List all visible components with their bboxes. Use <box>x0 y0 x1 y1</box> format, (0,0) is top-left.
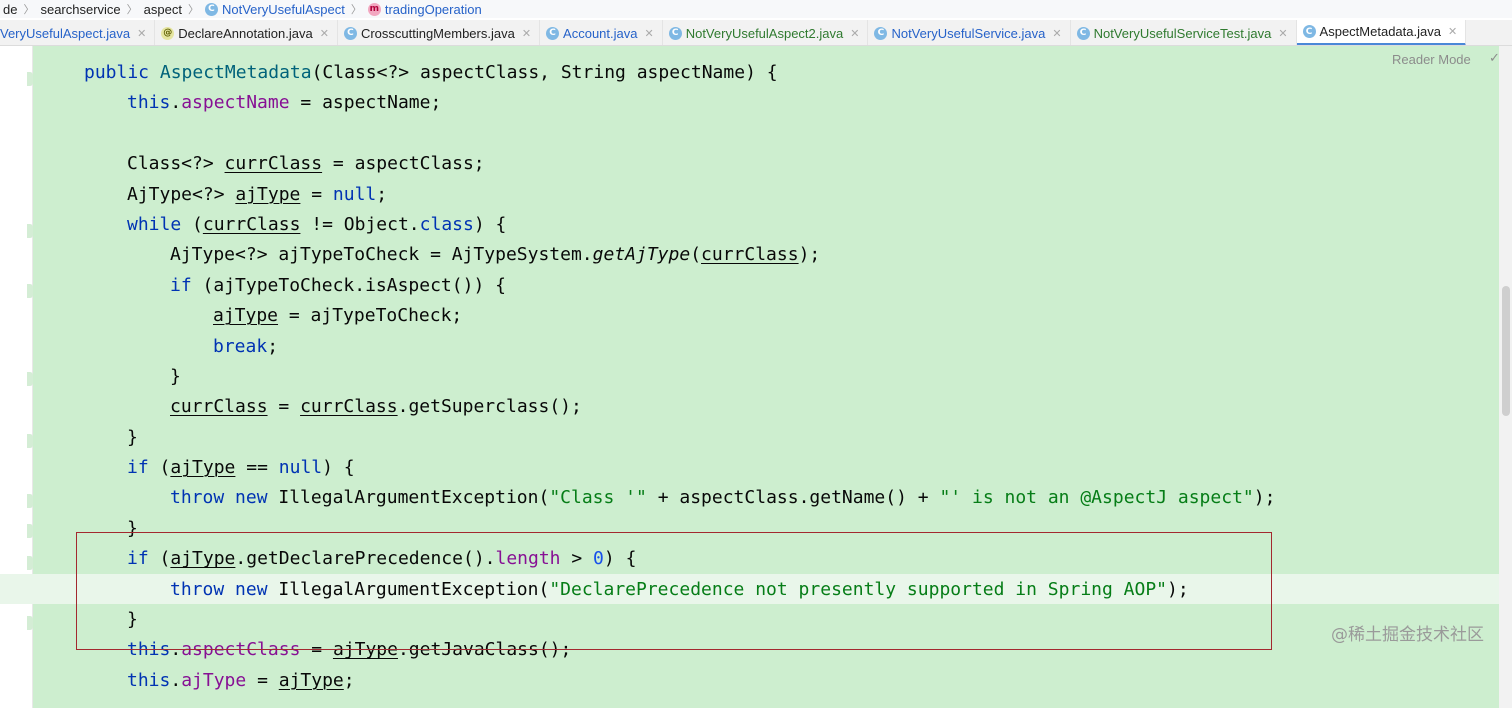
tab-label: NotVeryUsefulServiceTest.java <box>1093 25 1272 41</box>
class-icon: C <box>1302 25 1316 38</box>
close-icon[interactable]: ✕ <box>137 27 146 40</box>
breadcrumb-item-class[interactable]: C NotVeryUsefulAspect <box>202 2 348 17</box>
code-line: this.ajType = ajType; <box>127 669 355 691</box>
tab-label: VeryUsefulAspect.java <box>0 25 131 41</box>
code-line: Class<?> currClass = aspectClass; <box>127 153 485 175</box>
breadcrumb-item-method[interactable]: m tradingOperation <box>365 2 485 17</box>
breadcrumb-item-aspect[interactable]: aspect <box>141 2 185 17</box>
close-icon[interactable]: ✕ <box>1052 27 1061 40</box>
annotation-icon: @ <box>161 26 175 40</box>
close-icon[interactable]: ✕ <box>850 27 859 40</box>
fold-marker[interactable] <box>27 524 33 538</box>
chevron-right-icon: 〉 <box>126 4 138 16</box>
code-line: if (ajTypeToCheck.isAspect()) { <box>170 274 506 296</box>
tab-label: Account.java <box>563 25 638 41</box>
editor-tabs: VeryUsefulAspect.java ✕ @ DeclareAnnotatio… <box>0 20 1512 46</box>
fold-marker[interactable] <box>27 556 33 570</box>
tab-declareannotation[interactable]: @ DeclareAnnotation.java ✕ <box>155 20 338 45</box>
tab-notveryusefulservicetest[interactable]: C NotVeryUsefulServiceTest.java ✕ <box>1071 20 1297 45</box>
code-line: break; <box>213 335 279 357</box>
method-icon: m <box>367 2 381 16</box>
breadcrumb-item-package[interactable]: de <box>0 2 20 17</box>
class-icon: C <box>874 26 888 40</box>
code-line: } <box>127 426 138 448</box>
check-icon[interactable]: ✓ <box>1489 51 1500 66</box>
code-editor[interactable]: Reader Mode ✓ public AspectMetadata(Clas… <box>0 46 1512 708</box>
class-icon: C <box>668 26 682 40</box>
tab-label: CrosscuttingMembers.java <box>360 25 515 41</box>
code-line: AjType<?> ajTypeToCheck = AjTypeSystem.g… <box>170 244 821 266</box>
fold-marker[interactable] <box>27 494 33 508</box>
watermark: @稀土掘金技术社区 <box>1331 625 1484 645</box>
annotation-highlight-box <box>76 532 1272 650</box>
code-line: currClass = currClass.getSuperclass(); <box>170 396 582 418</box>
code-line: while (currClass != Object.class) { <box>127 213 507 235</box>
close-icon[interactable]: ✕ <box>1448 25 1457 38</box>
tab-account[interactable]: C Account.java ✕ <box>540 20 663 45</box>
fold-marker[interactable] <box>27 284 33 298</box>
fold-marker[interactable] <box>27 616 33 630</box>
breadcrumb-label: tradingOperation <box>384 1 482 17</box>
breadcrumb-label: de <box>3 1 18 17</box>
close-icon[interactable]: ✕ <box>644 27 653 40</box>
breadcrumb: de 〉 searchservice 〉 aspect 〉 C NotVeryUs… <box>0 0 1512 18</box>
class-icon: C <box>204 2 218 16</box>
breadcrumb-label: NotVeryUsefulAspect <box>221 1 345 17</box>
tab-label: DeclareAnnotation.java <box>178 25 313 41</box>
scrollbar-thumb[interactable] <box>1502 286 1510 416</box>
class-icon: C <box>546 26 560 40</box>
code-line: } <box>170 365 181 387</box>
tab-label: NotVeryUsefulService.java <box>891 25 1046 41</box>
tab-notveryusefulaspect2[interactable]: C NotVeryUsefulAspect2.java ✕ <box>663 20 869 45</box>
code-line: ajType = ajTypeToCheck; <box>213 305 463 327</box>
fold-marker[interactable] <box>27 372 33 386</box>
code-line: this.aspectName = aspectName; <box>127 92 442 114</box>
breadcrumb-item-searchservice[interactable]: searchservice <box>37 2 123 17</box>
fold-marker[interactable] <box>27 72 33 86</box>
code-line: AjType<?> ajType = null; <box>127 183 388 205</box>
tab-label: NotVeryUsefulAspect2.java <box>685 25 844 41</box>
code-line: throw new IllegalArgumentException("Clas… <box>170 487 1276 509</box>
close-icon[interactable]: ✕ <box>522 27 531 40</box>
tab-aspectmetadata[interactable]: C AspectMetadata.java ✕ <box>1296 20 1467 45</box>
breadcrumb-label: searchservice <box>40 1 121 17</box>
class-icon: C <box>343 26 357 40</box>
chevron-right-icon: 〉 <box>350 4 362 16</box>
tab-label: AspectMetadata.java <box>1319 24 1441 39</box>
close-icon[interactable]: ✕ <box>320 27 329 40</box>
reader-mode-button[interactable]: Reader Mode <box>1392 52 1471 67</box>
breadcrumb-label: aspect <box>143 1 182 17</box>
code-line: if (ajType == null) { <box>127 457 355 479</box>
test-class-icon: C <box>1076 26 1090 40</box>
code-line: public AspectMetadata(Class<?> aspectCla… <box>84 62 778 83</box>
tab-notveryusefulservice[interactable]: C NotVeryUsefulService.java ✕ <box>868 20 1071 45</box>
close-icon[interactable]: ✕ <box>1278 27 1287 40</box>
tab-crosscuttingmembers[interactable]: C CrosscuttingMembers.java ✕ <box>338 20 541 45</box>
chevron-right-icon: 〉 <box>187 4 199 16</box>
fold-marker[interactable] <box>27 224 33 238</box>
chevron-right-icon: 〉 <box>23 4 35 16</box>
fold-marker[interactable] <box>27 434 33 448</box>
tab-veryusefulaspect[interactable]: VeryUsefulAspect.java ✕ <box>0 20 156 45</box>
